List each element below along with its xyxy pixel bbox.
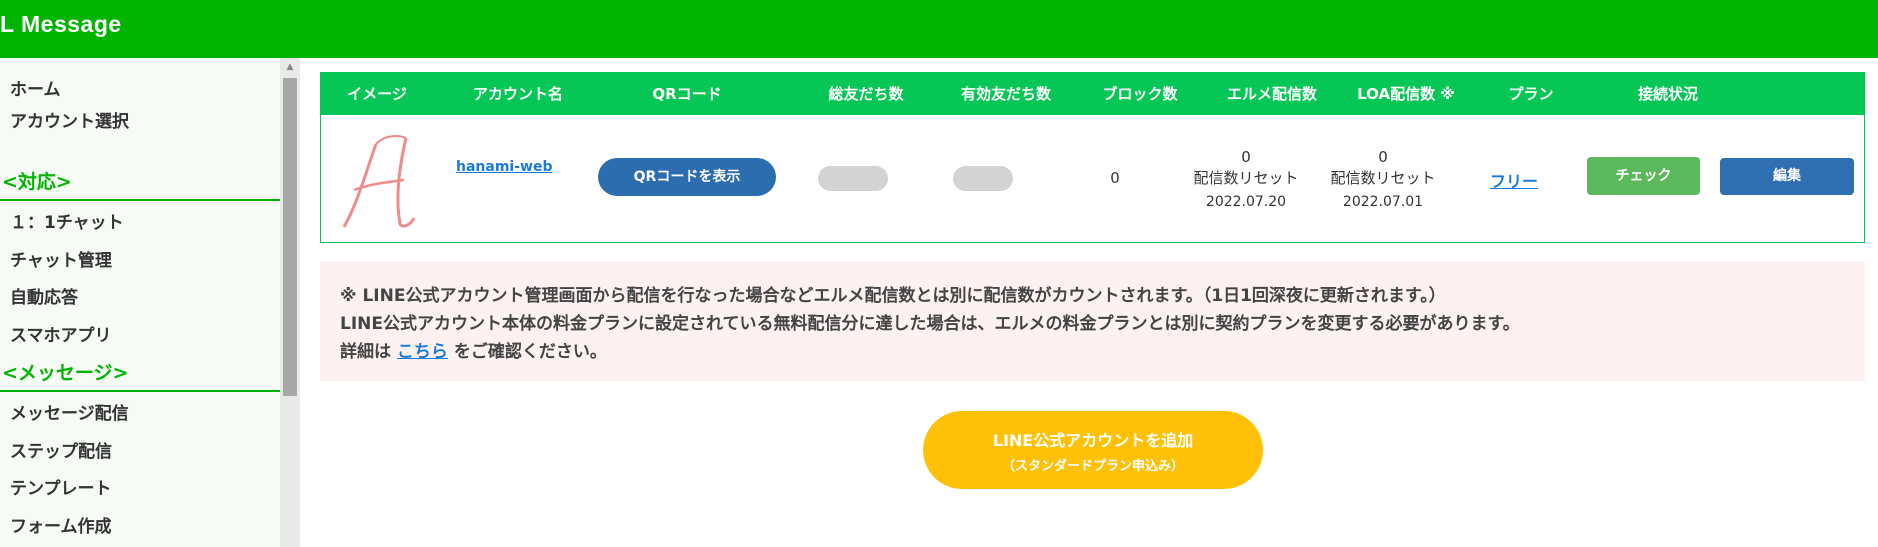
active-friends-loading [953,166,1013,191]
notice-details-prefix: 詳細は [340,342,391,362]
lmessage-count-value: 0 [1241,148,1251,166]
lmessage-reset-date: 2022.07.20 [1205,194,1287,210]
sidebar-item-step-broadcast[interactable]: ステップ配信 [10,437,112,462]
sidebar-section-support: <対応> [0,167,280,201]
loa-reset-label: 配信数リセット [1330,169,1436,187]
header-image: イメージ [347,85,407,103]
scrollbar-thumb[interactable] [283,78,297,396]
header-active-friends: 有効友だち数 [960,85,1051,103]
top-bar: L Message [0,0,1878,58]
total-friends-loading [818,166,888,191]
notice-line-3: 詳細は こちら をご確認ください。 [340,337,607,362]
lmessage-reset-label: 配信数リセット [1193,169,1299,187]
notice-line-2: LINE公式アカウント本体の料金プランに設定されている無料配信分に達した場合は、… [340,314,1520,334]
sidebar-item-message-broadcast[interactable]: メッセージ配信 [10,399,129,424]
sidebar-item-chat-management[interactable]: チャット管理 [10,246,112,271]
notice-details-link[interactable]: こちら [397,342,448,362]
header-plan: プラン [1508,85,1554,103]
edit-button[interactable]: 編集 [1720,158,1854,195]
sidebar-item-form-create[interactable]: フォーム作成 [10,512,112,537]
loa-reset-date: 2022.07.01 [1342,194,1424,210]
notice-details-suffix: をご確認ください。 [453,342,607,362]
header-account-name: アカウント名 [472,85,563,103]
sidebar-section-support-label: <対応> [2,171,72,193]
account-logo-image: H [336,132,416,228]
sidebar-section-message: <メッセージ> [0,358,280,392]
add-account-sub-label: （スタンダードプラン申込み） [1001,459,1184,474]
notice-line-1: ※ LINE公式アカウント管理画面から配信を行なった場合などエルメ配信数とは別に… [340,286,1446,306]
sidebar-item-chat[interactable]: １：1チャット [10,208,124,233]
notice-box: ※ LINE公式アカウント管理画面から配信を行なった場合などエルメ配信数とは別に… [320,261,1865,381]
scroll-up-arrow-icon[interactable]: ▲ [280,62,300,76]
brand-logo[interactable]: L Message [0,11,122,38]
show-qr-button[interactable]: QRコードを表示 [598,158,776,196]
table-header: イメージ アカウント名 QRコード 総友だち数 有効友だち数 ブロック数 エルメ… [321,73,1864,115]
logo-letter: H [336,132,337,133]
account-name-link[interactable]: hanami-web [456,159,552,175]
sidebar-section-message-label: <メッセージ> [2,362,129,384]
sidebar-item-template[interactable]: テンプレート [10,474,112,499]
header-lmessage-count: エルメ配信数 [1226,85,1317,103]
header-loa-count: LOA配信数 ※ [1357,85,1455,103]
add-line-account-button[interactable]: LINE公式アカウントを追加 （スタンダードプラン申込み） [923,411,1263,489]
plan-link[interactable]: フリー [1490,168,1538,192]
sidebar-item-home[interactable]: ホーム [10,75,61,100]
sidebar-item-account-select[interactable]: アカウント選択 [10,107,129,132]
sidebar-scrollbar[interactable]: ▲ [280,58,300,547]
header-blocks: ブロック数 [1102,85,1178,103]
header-connection-status: 接続状況 [1637,85,1698,103]
header-qr-code: QRコード [652,85,722,103]
sidebar-item-auto-reply[interactable]: 自動応答 [10,283,78,308]
check-button[interactable]: チェック [1587,157,1700,195]
loa-count-value: 0 [1378,148,1388,166]
header-total-friends: 総友だち数 [828,85,904,103]
blocks-value: 0 [1110,169,1120,187]
sidebar: ホーム アカウント選択 <対応> １：1チャット チャット管理 自動応答 スマホ… [0,58,280,547]
add-account-label: LINE公式アカウントを追加 [992,431,1194,450]
sidebar-item-smartphone-app[interactable]: スマホアプリ [10,321,112,346]
